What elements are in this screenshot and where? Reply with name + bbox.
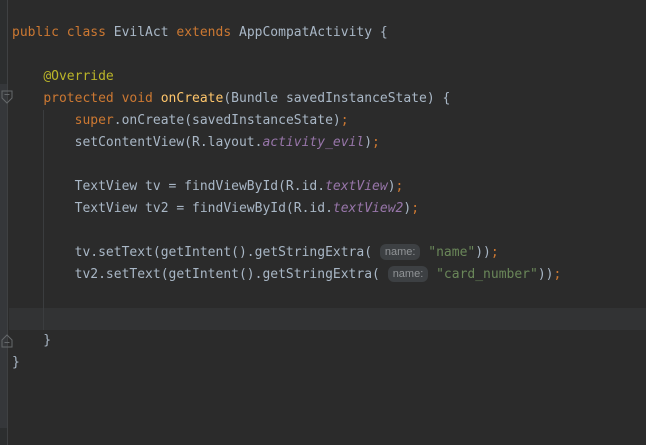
parameter-hint-inlay: name:	[388, 266, 429, 282]
token-sc: ;	[491, 245, 499, 260]
token-pl: EvilAct	[114, 25, 177, 40]
code-line-5: super.onCreate(savedInstanceState);	[12, 110, 646, 132]
code-line-16: }	[12, 352, 646, 374]
token-pl: }	[12, 355, 20, 370]
token-sc: ;	[554, 267, 562, 282]
editor-pane[interactable]: public class EvilAct extends AppCompatAc…	[0, 0, 646, 445]
token-pl: ))	[475, 245, 491, 260]
token-pl	[12, 113, 75, 128]
token-pl: .onCreate(savedInstanceState)	[114, 113, 341, 128]
code-line-15: }	[12, 330, 646, 352]
token-pl: )	[388, 179, 396, 194]
token-sf: textView	[325, 179, 388, 194]
token-pl: tv.setText(getIntent().getStringExtra(	[12, 245, 372, 260]
token-pl: )	[364, 135, 372, 150]
token-st: "card_number"	[436, 267, 538, 282]
code-line-1: public class EvilAct extends AppCompatAc…	[12, 22, 646, 44]
token-pl	[380, 267, 388, 282]
token-pl: (Bundle savedInstanceState) {	[223, 91, 450, 106]
parameter-hint-inlay: name:	[380, 244, 421, 260]
token-sc: ;	[372, 135, 380, 150]
gutter-separator	[7, 0, 8, 445]
token-pl: tv2.setText(getIntent().getStringExtra(	[12, 267, 380, 282]
token-sf: activity_evil	[262, 135, 364, 150]
code-line-2	[12, 44, 646, 66]
code-line-7	[12, 154, 646, 176]
code-line-9: TextView tv2 = findViewById(R.id.textVie…	[12, 198, 646, 220]
token-pl: TextView tv = findViewById(R.id.	[12, 179, 325, 194]
token-sf: textView2	[333, 201, 403, 216]
token-an: @Override	[43, 69, 113, 84]
token-st: "name"	[428, 245, 475, 260]
token-sc: ;	[396, 179, 404, 194]
token-kw: protected void	[43, 91, 160, 106]
token-sc: ;	[341, 113, 349, 128]
code-line-6: setContentView(R.layout.activity_evil);	[12, 132, 646, 154]
token-pl	[372, 245, 380, 260]
token-pl	[12, 91, 43, 106]
code-line-10	[12, 220, 646, 242]
token-pl	[12, 69, 43, 84]
code-line-4: protected void onCreate(Bundle savedInst…	[12, 88, 646, 110]
token-pl: TextView tv2 = findViewById(R.id.	[12, 201, 333, 216]
code-line-12: tv2.setText(getIntent().getStringExtra( …	[12, 264, 646, 286]
token-pl: )	[403, 201, 411, 216]
token-md: onCreate	[161, 91, 224, 106]
code-line-11: tv.setText(getIntent().getStringExtra( n…	[12, 242, 646, 264]
code-line-14	[12, 308, 646, 330]
token-pl	[428, 267, 436, 282]
token-kw: extends	[176, 25, 239, 40]
code-line-8: TextView tv = findViewById(R.id.textView…	[12, 176, 646, 198]
token-pl: ))	[538, 267, 554, 282]
token-pl: }	[12, 333, 51, 348]
token-pl: setContentView(R.layout.	[12, 135, 262, 150]
code-line-13	[12, 286, 646, 308]
token-pl: AppCompatActivity {	[239, 25, 388, 40]
token-kw: super	[75, 113, 114, 128]
code-area[interactable]: public class EvilAct extends AppCompatAc…	[12, 22, 646, 374]
token-sc: ;	[411, 201, 419, 216]
token-kw: public class	[12, 25, 114, 40]
code-line-3: @Override	[12, 66, 646, 88]
